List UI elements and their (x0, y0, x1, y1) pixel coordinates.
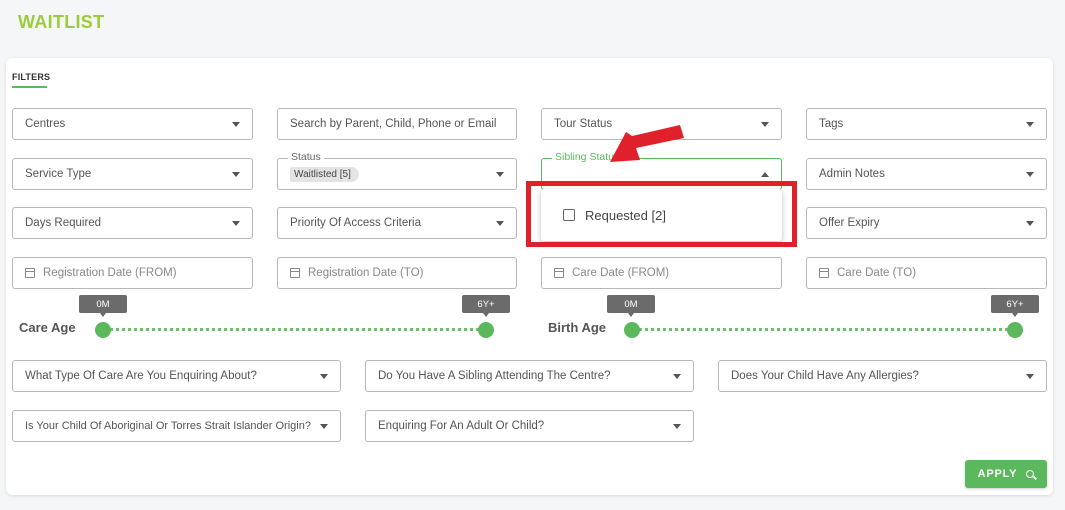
sibling-attending-label: Do You Have A Sibling Attending The Cent… (378, 370, 611, 382)
status-legend: Status (288, 151, 324, 163)
highlight-box (526, 181, 797, 247)
service-type-select[interactable]: Service Type (12, 158, 253, 190)
search-icon (1026, 470, 1035, 478)
allergies-select[interactable]: Does Your Child Have Any Allergies? (718, 360, 1047, 392)
registration-date-to-placeholder: Registration Date (TO) (308, 267, 424, 279)
care-date-from-placeholder: Care Date (FROM) (572, 267, 670, 279)
aboriginal-origin-label: Is Your Child Of Aboriginal Or Torres St… (25, 420, 311, 432)
chevron-up-icon (761, 171, 769, 177)
care-age-min-tooltip: 0M (79, 295, 127, 317)
birth-age-max-tooltip: 6Y+ (991, 295, 1039, 317)
calendar-icon (290, 268, 300, 278)
care-type-label: What Type Of Care Are You Enquiring Abou… (25, 370, 257, 382)
centres-select[interactable]: Centres (12, 108, 253, 140)
days-required-label: Days Required (25, 217, 102, 229)
priority-label: Priority Of Access Criteria (290, 217, 421, 229)
tab-filters[interactable]: FILTERS (12, 72, 50, 82)
status-select[interactable]: Status Waitlisted [5] (277, 151, 517, 190)
service-type-label: Service Type (25, 168, 92, 180)
centres-label: Centres (25, 118, 66, 130)
arrow-annotation-icon (610, 125, 684, 162)
tab-active-indicator (12, 86, 47, 88)
adult-or-child-label: Enquiring For An Adult Or Child? (378, 420, 545, 432)
admin-notes-label: Admin Notes (819, 168, 885, 180)
tags-label: Tags (819, 118, 844, 130)
offer-expiry-select[interactable]: Offer Expiry (806, 207, 1047, 239)
registration-date-from-input[interactable]: Registration Date (FROM) (12, 257, 253, 289)
chevron-down-icon (496, 220, 504, 226)
care-date-from-input[interactable]: Care Date (FROM) (541, 257, 782, 289)
chevron-down-icon (1026, 220, 1034, 226)
allergies-label: Does Your Child Have Any Allergies? (731, 370, 919, 382)
care-date-to-input[interactable]: Care Date (TO) (806, 257, 1047, 289)
admin-notes-select[interactable]: Admin Notes (806, 158, 1047, 190)
care-age-max-tooltip: 6Y+ (462, 295, 510, 317)
care-date-to-placeholder: Care Date (TO) (837, 267, 917, 279)
calendar-icon (554, 268, 564, 278)
care-type-select[interactable]: What Type Of Care Are You Enquiring Abou… (12, 360, 341, 392)
tags-select[interactable]: Tags (806, 108, 1047, 140)
birth-age-track[interactable] (632, 328, 1014, 331)
chevron-down-icon (320, 373, 328, 379)
chevron-down-icon (1026, 171, 1034, 177)
search-input[interactable]: Search by Parent, Child, Phone or Email (277, 108, 517, 140)
care-age-label: Care Age (19, 320, 76, 335)
chevron-down-icon (232, 220, 240, 226)
page-title: WAITLIST (18, 12, 105, 32)
chevron-down-icon (761, 121, 769, 127)
status-chip[interactable]: Waitlisted [5] (290, 166, 359, 182)
calendar-icon (25, 268, 35, 278)
registration-date-from-placeholder: Registration Date (FROM) (43, 267, 177, 279)
care-age-max-handle[interactable] (478, 322, 494, 338)
apply-label: APPLY (977, 468, 1018, 480)
adult-or-child-select[interactable]: Enquiring For An Adult Or Child? (365, 410, 694, 442)
birth-age-min-tooltip: 0M (607, 295, 655, 317)
priority-select[interactable]: Priority Of Access Criteria (277, 207, 517, 239)
chevron-down-icon (232, 121, 240, 127)
care-age-min-handle[interactable] (95, 322, 111, 338)
chevron-down-icon (232, 171, 240, 177)
birth-age-max-handle[interactable] (1007, 322, 1023, 338)
chevron-down-icon (1026, 121, 1034, 127)
chevron-down-icon (496, 171, 504, 177)
birth-age-min-handle[interactable] (624, 322, 640, 338)
apply-button[interactable]: APPLY (965, 460, 1047, 488)
chevron-down-icon (320, 423, 328, 429)
birth-age-label: Birth Age (548, 320, 607, 335)
aboriginal-origin-select[interactable]: Is Your Child Of Aboriginal Or Torres St… (12, 410, 341, 442)
search-placeholder: Search by Parent, Child, Phone or Email (290, 118, 497, 130)
registration-date-to-input[interactable]: Registration Date (TO) (277, 257, 517, 289)
care-age-track[interactable] (103, 328, 485, 331)
chevron-down-icon (673, 423, 681, 429)
sibling-attending-select[interactable]: Do You Have A Sibling Attending The Cent… (365, 360, 694, 392)
chevron-down-icon (1026, 373, 1034, 379)
offer-expiry-label: Offer Expiry (819, 217, 880, 229)
days-required-select[interactable]: Days Required (12, 207, 253, 239)
calendar-icon (819, 268, 829, 278)
chevron-down-icon (673, 373, 681, 379)
